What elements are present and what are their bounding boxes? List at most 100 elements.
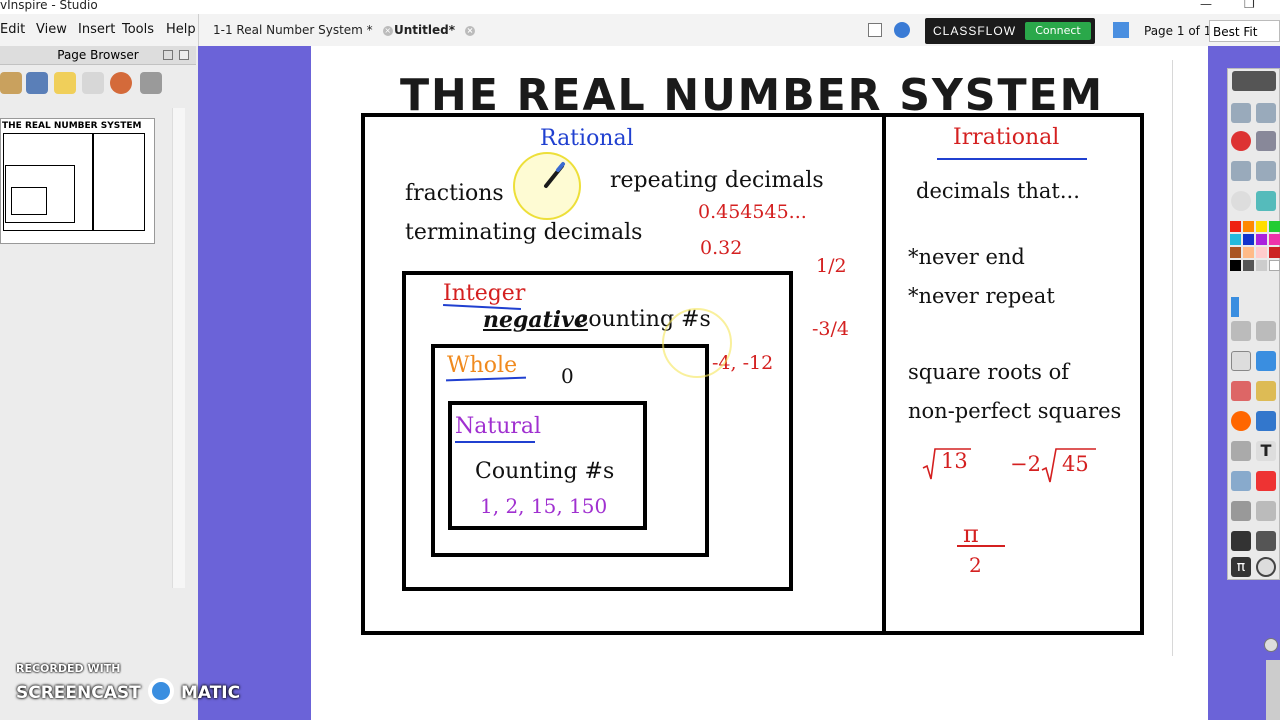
close-icon[interactable] bbox=[179, 50, 189, 60]
whole-heading: Whole bbox=[447, 353, 518, 378]
menu-view[interactable]: View bbox=[36, 22, 67, 37]
screencast-logo: SCREENCAST MATIC bbox=[16, 678, 240, 704]
undo-icon[interactable] bbox=[1231, 161, 1251, 181]
property-icon[interactable] bbox=[82, 72, 104, 94]
connector-icon[interactable] bbox=[1256, 411, 1276, 431]
color-black[interactable] bbox=[1230, 260, 1241, 271]
window-title-bar: vInspire - Studio — ❐ bbox=[0, 0, 1280, 14]
color-brown[interactable] bbox=[1230, 247, 1241, 258]
divider bbox=[198, 14, 199, 46]
color-green[interactable] bbox=[1269, 221, 1280, 232]
color-light-pink[interactable] bbox=[1256, 247, 1267, 258]
fill-icon[interactable] bbox=[1256, 381, 1276, 401]
repeating-label: repeating decimals bbox=[610, 168, 824, 193]
minimize-icon[interactable]: — bbox=[1200, 0, 1212, 11]
select-icon[interactable] bbox=[1231, 321, 1251, 341]
color-blue[interactable] bbox=[1243, 234, 1254, 245]
decimals-that-label: decimals that... bbox=[916, 179, 1080, 203]
magic-ink-icon[interactable] bbox=[1256, 321, 1276, 341]
color-yellow[interactable] bbox=[1256, 221, 1267, 232]
notes-icon[interactable] bbox=[54, 72, 76, 94]
menu-edit[interactable]: Edit bbox=[0, 22, 25, 37]
clock-icon[interactable] bbox=[1256, 557, 1276, 577]
settings-icon[interactable] bbox=[1113, 22, 1129, 38]
color-gray[interactable] bbox=[1243, 260, 1254, 271]
color-white[interactable] bbox=[1269, 260, 1280, 271]
pen-tool-icon[interactable] bbox=[1231, 351, 1251, 371]
eraser-icon[interactable] bbox=[1231, 381, 1251, 401]
notes-icon[interactable] bbox=[868, 23, 882, 37]
irrational-heading: Irrational bbox=[953, 125, 1060, 150]
close-icon[interactable] bbox=[1264, 638, 1278, 652]
page-thumbnail[interactable]: THE REAL NUMBER SYSTEM bbox=[0, 118, 155, 244]
negative-label: negative bbox=[483, 307, 588, 333]
pin-icon[interactable] bbox=[163, 50, 173, 60]
library-icon[interactable] bbox=[140, 72, 162, 94]
menu-help[interactable]: Help bbox=[166, 22, 196, 37]
color-orange[interactable] bbox=[1243, 221, 1254, 232]
square-roots-label: square roots of bbox=[908, 360, 1070, 384]
classflow-bar: CLASSFLOW Connect bbox=[925, 18, 1095, 44]
color-peach[interactable] bbox=[1243, 247, 1254, 258]
zoom-select[interactable]: Best Fit bbox=[1209, 20, 1280, 42]
refresh-icon[interactable] bbox=[1256, 471, 1276, 491]
text-icon[interactable]: T bbox=[1256, 441, 1276, 461]
teacher-icon[interactable]: π bbox=[1231, 557, 1251, 577]
highlighter-icon[interactable] bbox=[1256, 351, 1276, 371]
redo-icon[interactable] bbox=[1256, 501, 1276, 521]
cursor-trail bbox=[662, 308, 732, 378]
color-pink[interactable] bbox=[1269, 234, 1280, 245]
color-red[interactable] bbox=[1230, 221, 1241, 232]
thumbnail-title: THE REAL NUMBER SYSTEM bbox=[2, 121, 142, 131]
page-browser-toolbar bbox=[0, 64, 196, 102]
natural-examples: 1, 2, 15, 150 bbox=[480, 494, 608, 518]
color-cyan[interactable] bbox=[1230, 234, 1241, 245]
color-purple[interactable] bbox=[1256, 234, 1267, 245]
page-browser-scrollbar[interactable] bbox=[172, 108, 185, 588]
connect-button[interactable]: Connect bbox=[1025, 22, 1091, 40]
record-icon[interactable] bbox=[1231, 131, 1251, 151]
fraction-example-2: -3/4 bbox=[812, 318, 849, 340]
close-icon[interactable]: × bbox=[382, 26, 393, 36]
pen-width-slider[interactable] bbox=[1231, 297, 1239, 317]
color-light-gray[interactable] bbox=[1256, 260, 1267, 271]
shape-icon[interactable] bbox=[1231, 411, 1251, 431]
sqrt-13-value: 13 bbox=[941, 449, 968, 473]
trash-icon[interactable] bbox=[1266, 660, 1280, 720]
irrational-underline bbox=[937, 158, 1087, 160]
web-icon[interactable] bbox=[1256, 191, 1276, 211]
tools-icon[interactable] bbox=[1256, 531, 1276, 551]
menu-insert[interactable]: Insert bbox=[78, 22, 115, 37]
matic-label: MATIC bbox=[180, 683, 241, 703]
spotlight-icon[interactable] bbox=[1231, 471, 1251, 491]
reset-icon[interactable] bbox=[1231, 531, 1251, 551]
camera-icon[interactable] bbox=[1256, 131, 1276, 151]
terminating-example: 0.32 bbox=[700, 237, 743, 259]
clipart-icon[interactable] bbox=[1231, 441, 1251, 461]
action-icon[interactable] bbox=[110, 72, 132, 94]
window-title: vInspire - Studio bbox=[0, 0, 98, 12]
tab-untitled[interactable]: Untitled* × bbox=[394, 23, 475, 41]
toolbox-panel: T π bbox=[1227, 68, 1280, 580]
fraction-example-1: 1/2 bbox=[816, 255, 847, 277]
undo-icon[interactable] bbox=[1231, 501, 1251, 521]
flipchart-icon[interactable] bbox=[1231, 103, 1251, 123]
globe-icon[interactable] bbox=[894, 22, 910, 38]
play-icon[interactable] bbox=[1231, 191, 1251, 211]
fraction-bar bbox=[957, 545, 1005, 547]
restore-icon[interactable]: ❐ bbox=[1244, 0, 1255, 11]
never-end-label: *never end bbox=[908, 245, 1025, 269]
fractions-label: fractions bbox=[405, 181, 504, 206]
tab-label: 1-1 Real Number System * bbox=[213, 23, 373, 37]
close-icon[interactable]: × bbox=[465, 26, 475, 36]
color-dark-red[interactable] bbox=[1269, 247, 1280, 258]
integer-heading: Integer bbox=[443, 281, 526, 306]
page-tool-icon[interactable] bbox=[0, 72, 22, 94]
toolbox-header-icon[interactable] bbox=[1232, 71, 1276, 91]
redo-icon[interactable] bbox=[1256, 161, 1276, 181]
resource-icon[interactable] bbox=[26, 72, 48, 94]
browser-icon[interactable] bbox=[1256, 103, 1276, 123]
pen-cursor-icon bbox=[544, 162, 565, 188]
tab-real-number-system[interactable]: 1-1 Real Number System * × bbox=[213, 23, 393, 41]
menu-tools[interactable]: Tools bbox=[122, 22, 154, 37]
